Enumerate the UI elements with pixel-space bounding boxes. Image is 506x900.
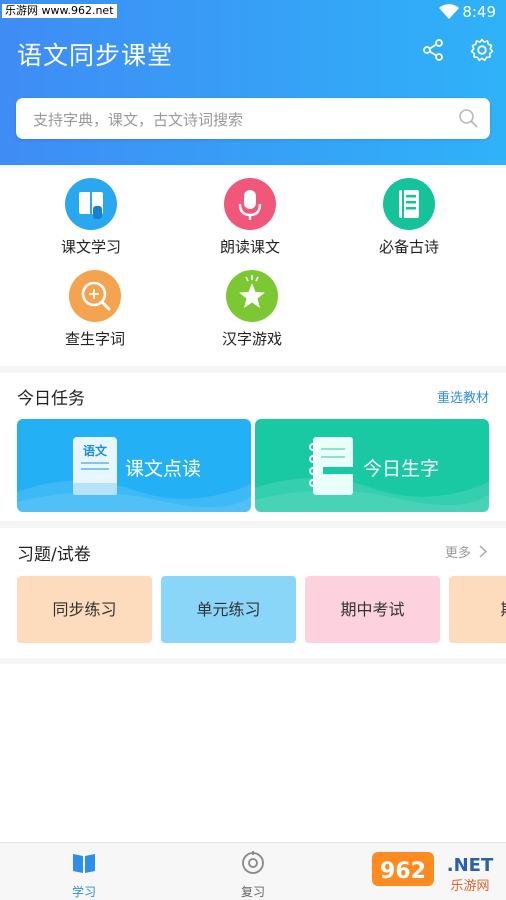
- status-time: 8:49: [462, 3, 496, 21]
- sync-practice-button[interactable]: 同步练习: [17, 576, 152, 643]
- notebook-pencil-icon: [309, 437, 359, 495]
- exercises-section: 习题/试卷 更多 同步练习 单元练习 期中考试 期末: [0, 528, 506, 658]
- unit-practice-button[interactable]: 单元练习: [161, 576, 296, 643]
- today-new-characters-button[interactable]: 今日生字: [255, 419, 489, 512]
- chevron-right-icon: [479, 545, 488, 558]
- feature-lesson-study[interactable]: 课文学习: [36, 178, 146, 268]
- task-button-label: 今日生字: [363, 458, 440, 480]
- svg-text:.NET: .NET: [447, 855, 494, 876]
- feature-label: 朗读课文: [219, 238, 280, 256]
- feature-classic-poems[interactable]: 必备古诗: [354, 178, 464, 268]
- exercise-scroll-list[interactable]: 同步练习 单元练习 期中考试 期末: [17, 576, 506, 643]
- today-tasks-section: 今日任务 重选教材 语文 课文点读 今日生字: [0, 373, 506, 521]
- page-title: 语文同步课堂: [17, 41, 174, 70]
- gear-icon[interactable]: [470, 38, 494, 62]
- watermark-logo: 962 .NET 乐游网: [372, 852, 494, 894]
- search-icon[interactable]: [458, 108, 478, 128]
- star-game-icon: [226, 270, 278, 322]
- svg-text:962: 962: [380, 859, 426, 884]
- svg-text:乐游网: 乐游网: [450, 879, 489, 894]
- search-bar[interactable]: 支持字典，课文，古文诗词搜索: [16, 98, 490, 139]
- chinese-textbook-icon: 语文: [73, 437, 117, 495]
- tab-label: 复习: [240, 885, 265, 899]
- search-input[interactable]: 支持字典，课文，古文诗词搜索: [33, 109, 243, 130]
- feature-character-games[interactable]: 汉字游戏: [197, 270, 307, 360]
- feature-label: 必备古诗: [378, 238, 439, 256]
- tab-label: 学习: [71, 885, 96, 899]
- watermark-text: 乐游网 www.962.net: [2, 4, 117, 18]
- bottom-tab-bar: 学习 复习 962 .NET 乐游网: [0, 842, 506, 900]
- feature-label: 汉字游戏: [221, 330, 282, 348]
- textbook-cover-text: 语文: [83, 443, 108, 458]
- brand-watermark: 962 .NET 乐游网: [366, 844, 506, 900]
- feature-label: 查生字词: [64, 330, 125, 348]
- feature-label: 课文学习: [60, 238, 121, 256]
- app-header: 乐游网 www.962.net 8:49 语文同步课堂 支持字典，课文，古文诗词…: [0, 0, 506, 165]
- more-label: 更多: [444, 546, 471, 561]
- midterm-exam-button[interactable]: 期中考试: [305, 576, 440, 643]
- reselect-textbook-link[interactable]: 重选教材: [437, 387, 489, 406]
- section-title: 今日任务: [17, 389, 85, 409]
- feature-grid: 课文学习 朗读课文 必备古诗 查生字词 汉字游戏: [0, 168, 506, 366]
- tab-study[interactable]: 学习: [24, 843, 144, 900]
- magnifier-character-icon: [69, 270, 121, 322]
- tab-review[interactable]: 复习: [193, 843, 313, 900]
- final-exam-button[interactable]: 期末: [449, 576, 506, 643]
- book-hand-icon: [65, 178, 117, 230]
- more-link[interactable]: 更多: [445, 542, 488, 561]
- feature-read-aloud[interactable]: 朗读课文: [195, 178, 305, 268]
- microphone-icon: [224, 178, 276, 230]
- feature-lookup-words[interactable]: 查生字词: [40, 270, 150, 360]
- share-icon[interactable]: [421, 38, 445, 62]
- open-book-icon: [73, 854, 95, 873]
- review-target-icon: [242, 851, 264, 874]
- lesson-point-read-button[interactable]: 语文 课文点读: [17, 419, 251, 512]
- classic-book-icon: [383, 178, 435, 230]
- content-area: [0, 664, 506, 842]
- section-title: 习题/试卷: [17, 545, 91, 565]
- status-bar: 乐游网 www.962.net 8:49: [0, 0, 506, 24]
- wifi-icon: [439, 4, 459, 19]
- task-button-label: 课文点读: [125, 458, 202, 480]
